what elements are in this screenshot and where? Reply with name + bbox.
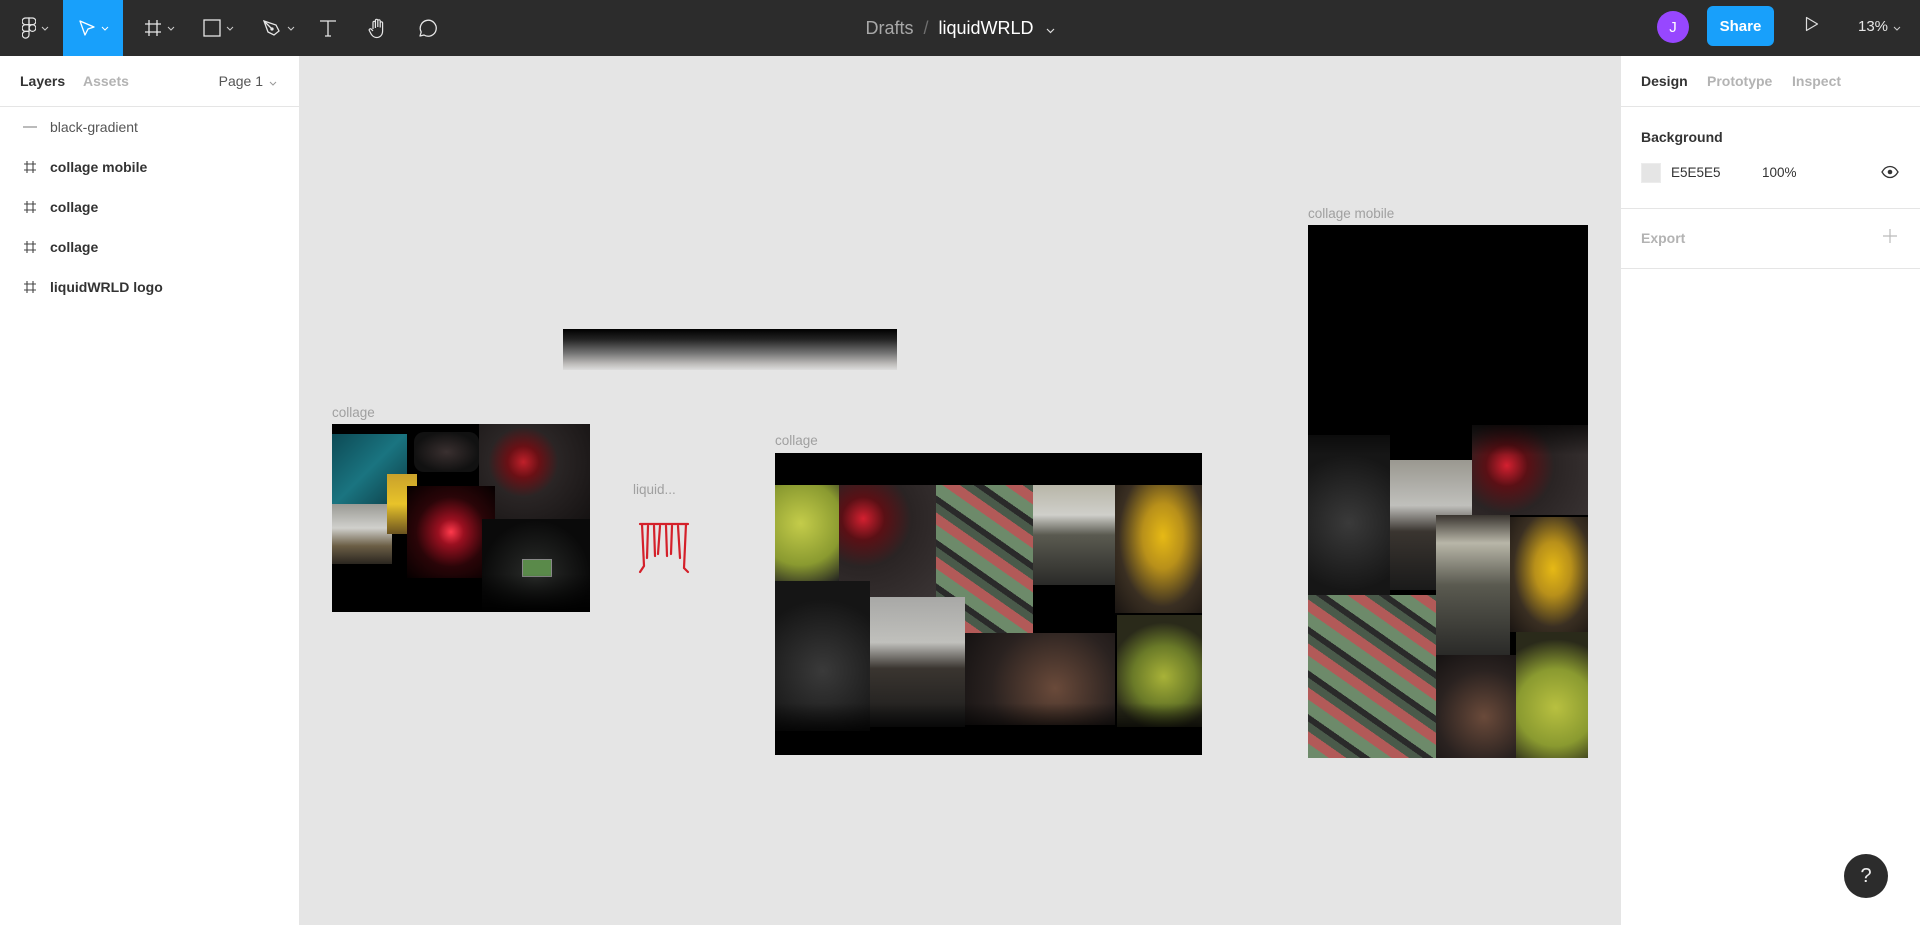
export-section: Export (1621, 209, 1920, 269)
collage-tile-yellow-jacket (1115, 485, 1202, 613)
frame-collage-left[interactable] (332, 424, 590, 612)
left-panel-tabs: Layers Assets Page 1 (0, 56, 299, 107)
black-gradient-rect[interactable] (563, 329, 897, 370)
layer-row[interactable]: collage mobile (0, 147, 299, 187)
text-t-icon (319, 19, 337, 37)
tab-layers[interactable]: Layers (20, 73, 65, 89)
right-panel-tabs: Design Prototype Inspect (1621, 56, 1920, 107)
collage-tile-bag-person (1308, 435, 1390, 595)
zoom-level: 13% (1858, 17, 1889, 35)
chevron-down-icon (1893, 18, 1901, 35)
comment-bubble-icon (416, 17, 438, 39)
background-opacity-input[interactable]: 100% (1762, 165, 1797, 180)
frame-hash-icon (22, 239, 38, 255)
shape-tool-button[interactable] (196, 0, 240, 56)
layers-panel: Layers Assets Page 1 black-gradient coll… (0, 56, 300, 925)
layer-name: collage mobile (50, 159, 148, 175)
main-menu-button[interactable] (12, 0, 58, 56)
layer-name: collage (50, 239, 99, 255)
collage-tile-red-hand (479, 424, 590, 519)
design-canvas[interactable]: collage liquid... collage collage mobile (300, 56, 1620, 925)
collage-bottom-fade (332, 574, 590, 612)
collage-tile-person-standing (1436, 515, 1510, 655)
frame-hash-icon (144, 19, 162, 37)
chevron-down-icon (226, 26, 234, 31)
layer-row[interactable]: black-gradient (0, 107, 299, 147)
pen-nib-icon (262, 19, 282, 37)
design-panel: Design Prototype Inspect Background E5E5… (1620, 56, 1920, 925)
help-button[interactable]: ? (1844, 854, 1888, 898)
background-hex-input[interactable]: E5E5E5 (1671, 165, 1721, 180)
add-export-plus-icon[interactable] (1883, 229, 1897, 248)
collage-tile-person (332, 504, 392, 564)
move-tool-button[interactable] (63, 0, 123, 56)
pen-tool-button[interactable] (256, 0, 300, 56)
collage-tile-person-standing (1033, 485, 1115, 585)
page-selector[interactable]: Page 1 (219, 73, 277, 89)
hand-icon (367, 17, 389, 39)
zoom-dropdown[interactable]: 13% (1858, 0, 1901, 52)
layer-name: liquidWRLD logo (50, 279, 163, 295)
layer-name: collage (50, 199, 99, 215)
chevron-down-icon (41, 26, 49, 31)
frame-liquidwrld-logo[interactable] (636, 518, 692, 574)
collage-tile-duffel-bag (414, 432, 479, 472)
user-avatar[interactable]: J (1657, 11, 1689, 43)
file-name[interactable]: liquidWRLD (939, 18, 1034, 39)
figma-logo-icon (21, 17, 36, 39)
frame-label-collage-mobile[interactable]: collage mobile (1308, 206, 1394, 221)
collage-tile-green-hoodie (1516, 632, 1588, 758)
liquidwrld-logo-icon (638, 522, 690, 574)
line-icon (22, 119, 38, 135)
collage-tile-hands (1436, 655, 1516, 758)
chevron-down-icon (101, 26, 109, 31)
present-play-button[interactable] (1800, 14, 1824, 38)
chevron-down-icon (167, 26, 175, 31)
layer-row[interactable]: collage (0, 227, 299, 267)
background-color-swatch[interactable] (1641, 163, 1661, 183)
frame-label-collage-left[interactable]: collage (332, 405, 375, 420)
rectangle-icon (202, 19, 221, 37)
frame-hash-icon (22, 199, 38, 215)
export-title: Export (1641, 230, 1686, 246)
layer-name: black-gradient (50, 119, 138, 135)
chevron-down-icon (269, 73, 277, 89)
tab-prototype[interactable]: Prototype (1707, 73, 1772, 89)
background-section: Background E5E5E5 100% (1621, 107, 1920, 209)
layer-row[interactable]: liquidWRLD logo (0, 267, 299, 307)
background-title: Background (1641, 129, 1723, 145)
collage-tile-yellow-jacket (1510, 517, 1588, 632)
share-button[interactable]: Share (1707, 6, 1774, 46)
frame-hash-icon (22, 279, 38, 295)
page-selector-label: Page 1 (218, 73, 263, 89)
collage-bottom-fade (775, 703, 1202, 755)
collage-tile-spray-cans (1308, 595, 1436, 758)
tab-assets[interactable]: Assets (83, 73, 129, 89)
file-menu-chevron-icon[interactable] (1046, 18, 1055, 39)
collage-top-fade (1308, 395, 1588, 455)
visibility-eye-icon[interactable] (1881, 165, 1899, 184)
chevron-down-icon (287, 26, 295, 31)
cursor-arrow-icon (78, 19, 96, 37)
frame-collage-center[interactable] (775, 453, 1202, 755)
frame-collage-mobile[interactable] (1308, 225, 1588, 758)
layer-row[interactable]: collage (0, 187, 299, 227)
comment-tool-button[interactable] (412, 0, 442, 56)
tab-inspect[interactable]: Inspect (1792, 73, 1841, 89)
collage-tile-green-hoodie (775, 485, 839, 581)
play-icon (1805, 16, 1819, 37)
hand-tool-button[interactable] (363, 0, 393, 56)
breadcrumb-folder[interactable]: Drafts (865, 18, 913, 39)
top-toolbar: Drafts / liquidWRLD J Share 13% (0, 0, 1920, 56)
frame-hash-icon (22, 159, 38, 175)
text-tool-button[interactable] (313, 0, 343, 56)
tab-design[interactable]: Design (1641, 73, 1688, 89)
frame-label-logo[interactable]: liquid... (633, 482, 676, 497)
frame-label-collage-center[interactable]: collage (775, 433, 818, 448)
breadcrumb-separator: / (923, 17, 929, 38)
frame-tool-button[interactable] (137, 0, 181, 56)
